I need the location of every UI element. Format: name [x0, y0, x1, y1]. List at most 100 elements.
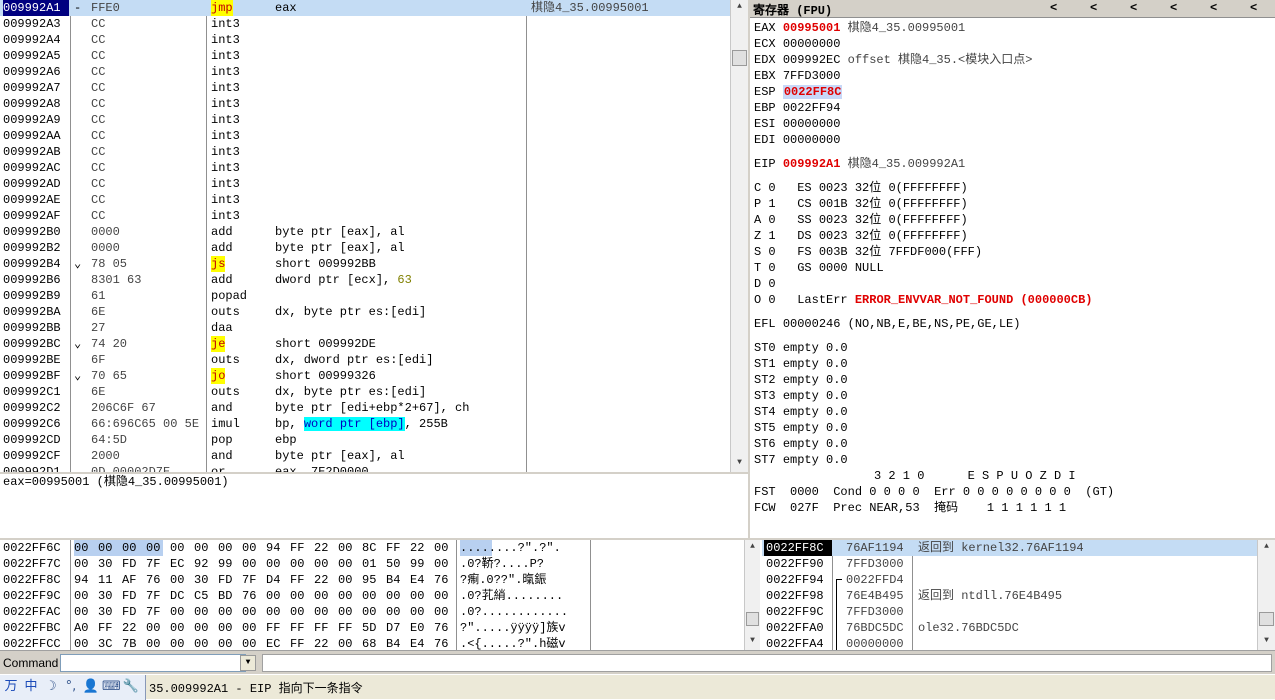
dump-row[interactable]: 0022FFBC A0 FF 22 00 00 00 00 00 FF FF FF FF 5D D7 E0 76…: [0, 620, 744, 636]
dump-byte[interactable]: C5: [194, 588, 211, 604]
dump-byte[interactable]: FF: [290, 636, 307, 650]
efl-row[interactable]: EFL 00000246 (NO,NB,E,BE,NS,PE,GE,LE): [754, 316, 1020, 332]
fpu-st-row[interactable]: ST7 empty 0.0: [754, 452, 848, 468]
dump-byte[interactable]: 22: [122, 620, 139, 636]
fpu-st-row[interactable]: ST0 empty 0.0: [754, 340, 848, 356]
dump-byte[interactable]: 00: [146, 540, 163, 556]
register-value[interactable]: 0022FF8C: [782, 85, 843, 99]
dump-byte[interactable]: 00: [314, 556, 331, 572]
dump-byte[interactable]: 7F: [146, 604, 163, 620]
disasm-row[interactable]: 009992CF 2000 and byte ptr [eax], al: [0, 448, 730, 464]
dump-byte[interactable]: 76: [434, 636, 451, 650]
dump-byte[interactable]: 68: [362, 636, 379, 650]
disasm-row[interactable]: 009992A3 CC int3: [0, 16, 730, 32]
dump-byte[interactable]: 99: [410, 556, 427, 572]
disasm-row[interactable]: 009992BC ⌄ 74 20 je short 009992DE: [0, 336, 730, 352]
dump-byte[interactable]: 30: [194, 572, 211, 588]
stack-row[interactable]: 0022FF8C 76AF1194 返回到 kernel32.76AF1194: [762, 540, 1257, 556]
flag-value[interactable]: 0: [768, 277, 775, 291]
dump-byte[interactable]: 00: [434, 556, 451, 572]
fpu-st-row[interactable]: ST1 empty 0.0: [754, 356, 848, 372]
disasm-row[interactable]: 009992C6 66:696C65 00 5E imul bp, word ptr …: [0, 416, 730, 432]
register-value[interactable]: 00995001: [783, 21, 841, 35]
punctuation-icon[interactable]: °,: [62, 678, 80, 696]
flag-row[interactable]: S 0 FS 003B 32位 7FFDF000(FFF): [754, 244, 982, 260]
disasm-row[interactable]: 009992A1- FFE0 jmp eax 棋隐4_35.00995001: [0, 0, 730, 16]
scroll-up-arrow[interactable]: ▲: [1259, 540, 1274, 554]
stack-row[interactable]: 0022FF98 76E4B495 返回到 ntdll.76E4B495: [762, 588, 1257, 604]
dump-byte[interactable]: AF: [122, 572, 139, 588]
dump-byte[interactable]: 00: [266, 556, 283, 572]
register-value[interactable]: 7FFD3000: [783, 69, 841, 83]
half-width-icon[interactable]: ☽: [42, 678, 60, 696]
stack-row[interactable]: 0022FFA4 00000000: [762, 636, 1257, 650]
stack-row[interactable]: 0022FFA0 76BDC5DC ole32.76BDC5DC: [762, 620, 1257, 636]
disasm-row[interactable]: 009992B0 0000 add byte ptr [eax], al: [0, 224, 730, 240]
disasm-row[interactable]: 009992A6 CC int3: [0, 64, 730, 80]
command-input[interactable]: [60, 654, 246, 672]
dump-byte[interactable]: 30: [98, 588, 115, 604]
disasm-row[interactable]: 009992B6 8301 63 add dword ptr [ecx], 63: [0, 272, 730, 288]
disasm-row[interactable]: 009992C1 6E outs dx, byte ptr es:[edi]: [0, 384, 730, 400]
disassembly-scrollbar[interactable]: ▲ ▼: [730, 0, 748, 472]
flag-value[interactable]: 0: [768, 261, 775, 275]
dump-byte[interactable]: E4: [410, 572, 427, 588]
dump-byte[interactable]: 22: [314, 636, 331, 650]
dump-byte[interactable]: B4: [386, 572, 403, 588]
dump-byte[interactable]: 00: [74, 556, 91, 572]
dump-byte[interactable]: 00: [386, 604, 403, 620]
stack-row[interactable]: 0022FF94 0022FFD4: [762, 572, 1257, 588]
segment-value[interactable]: 0023: [819, 213, 848, 227]
dump-byte[interactable]: FF: [266, 620, 283, 636]
dump-byte[interactable]: 00: [410, 604, 427, 620]
flag-value[interactable]: 0: [768, 245, 775, 259]
fpu-st-row[interactable]: ST6 empty 0.0: [754, 436, 848, 452]
register-value[interactable]: 009992EC: [783, 53, 841, 67]
register-row[interactable]: ESP 0022FF8C: [754, 84, 843, 100]
dump-byte[interactable]: 00: [170, 604, 187, 620]
disasm-row[interactable]: 009992AD CC int3: [0, 176, 730, 192]
dump-byte[interactable]: 22: [314, 540, 331, 556]
dump-byte[interactable]: 99: [218, 556, 235, 572]
chevron-down-icon[interactable]: ▼: [240, 655, 256, 671]
dump-byte[interactable]: 00: [194, 604, 211, 620]
disasm-row[interactable]: 009992AA CC int3: [0, 128, 730, 144]
dump-byte[interactable]: 94: [266, 540, 283, 556]
fpu-st-row[interactable]: ST2 empty 0.0: [754, 372, 848, 388]
disasm-row[interactable]: 009992B2 0000 add byte ptr [eax], al: [0, 240, 730, 256]
disasm-row[interactable]: 009992A8 CC int3: [0, 96, 730, 112]
disasm-row[interactable]: 009992CD 64:5D pop ebp: [0, 432, 730, 448]
scroll-thumb[interactable]: [732, 50, 747, 66]
register-row[interactable]: EAX 00995001 棋隐4_35.00995001: [754, 20, 965, 36]
dump-byte[interactable]: 00: [218, 636, 235, 650]
dump-row[interactable]: 0022FFCC 00 3C 7B 00 00 00 00 00 EC FF 22 00 68 B4 E4 76…: [0, 636, 744, 650]
dump-byte[interactable]: 00: [434, 604, 451, 620]
chevron-left-icon[interactable]: <: [1090, 1, 1097, 15]
dump-byte[interactable]: 00: [434, 588, 451, 604]
dump-byte[interactable]: 00: [338, 556, 355, 572]
register-value[interactable]: 009992A1: [783, 157, 841, 171]
dump-byte[interactable]: 7B: [122, 636, 139, 650]
disasm-row[interactable]: 009992A7 CC int3: [0, 80, 730, 96]
dump-byte[interactable]: 00: [242, 620, 259, 636]
dump-byte[interactable]: 5D: [362, 620, 379, 636]
disasm-row[interactable]: 009992AB CC int3: [0, 144, 730, 160]
scroll-down-arrow[interactable]: ▼: [746, 634, 759, 648]
dump-byte[interactable]: FF: [290, 620, 307, 636]
disasm-row[interactable]: 009992A9 CC int3: [0, 112, 730, 128]
disasm-row[interactable]: 009992A4 CC int3: [0, 32, 730, 48]
dump-byte[interactable]: 76: [146, 572, 163, 588]
register-value[interactable]: 00000000: [783, 133, 841, 147]
stack-scrollbar[interactable]: ▲ ▼: [1257, 540, 1275, 650]
segment-value[interactable]: 0000: [819, 261, 848, 275]
dump-byte[interactable]: 92: [194, 556, 211, 572]
dump-byte[interactable]: FD: [122, 604, 139, 620]
dump-byte[interactable]: 01: [362, 556, 379, 572]
dump-byte[interactable]: 00: [218, 620, 235, 636]
disasm-row[interactable]: 009992A5 CC int3: [0, 48, 730, 64]
dump-byte[interactable]: 00: [386, 588, 403, 604]
fpu-st-row[interactable]: ST3 empty 0.0: [754, 388, 848, 404]
dump-byte[interactable]: 00: [242, 604, 259, 620]
wubi-icon[interactable]: 万: [2, 678, 20, 696]
dump-byte[interactable]: 11: [98, 572, 115, 588]
